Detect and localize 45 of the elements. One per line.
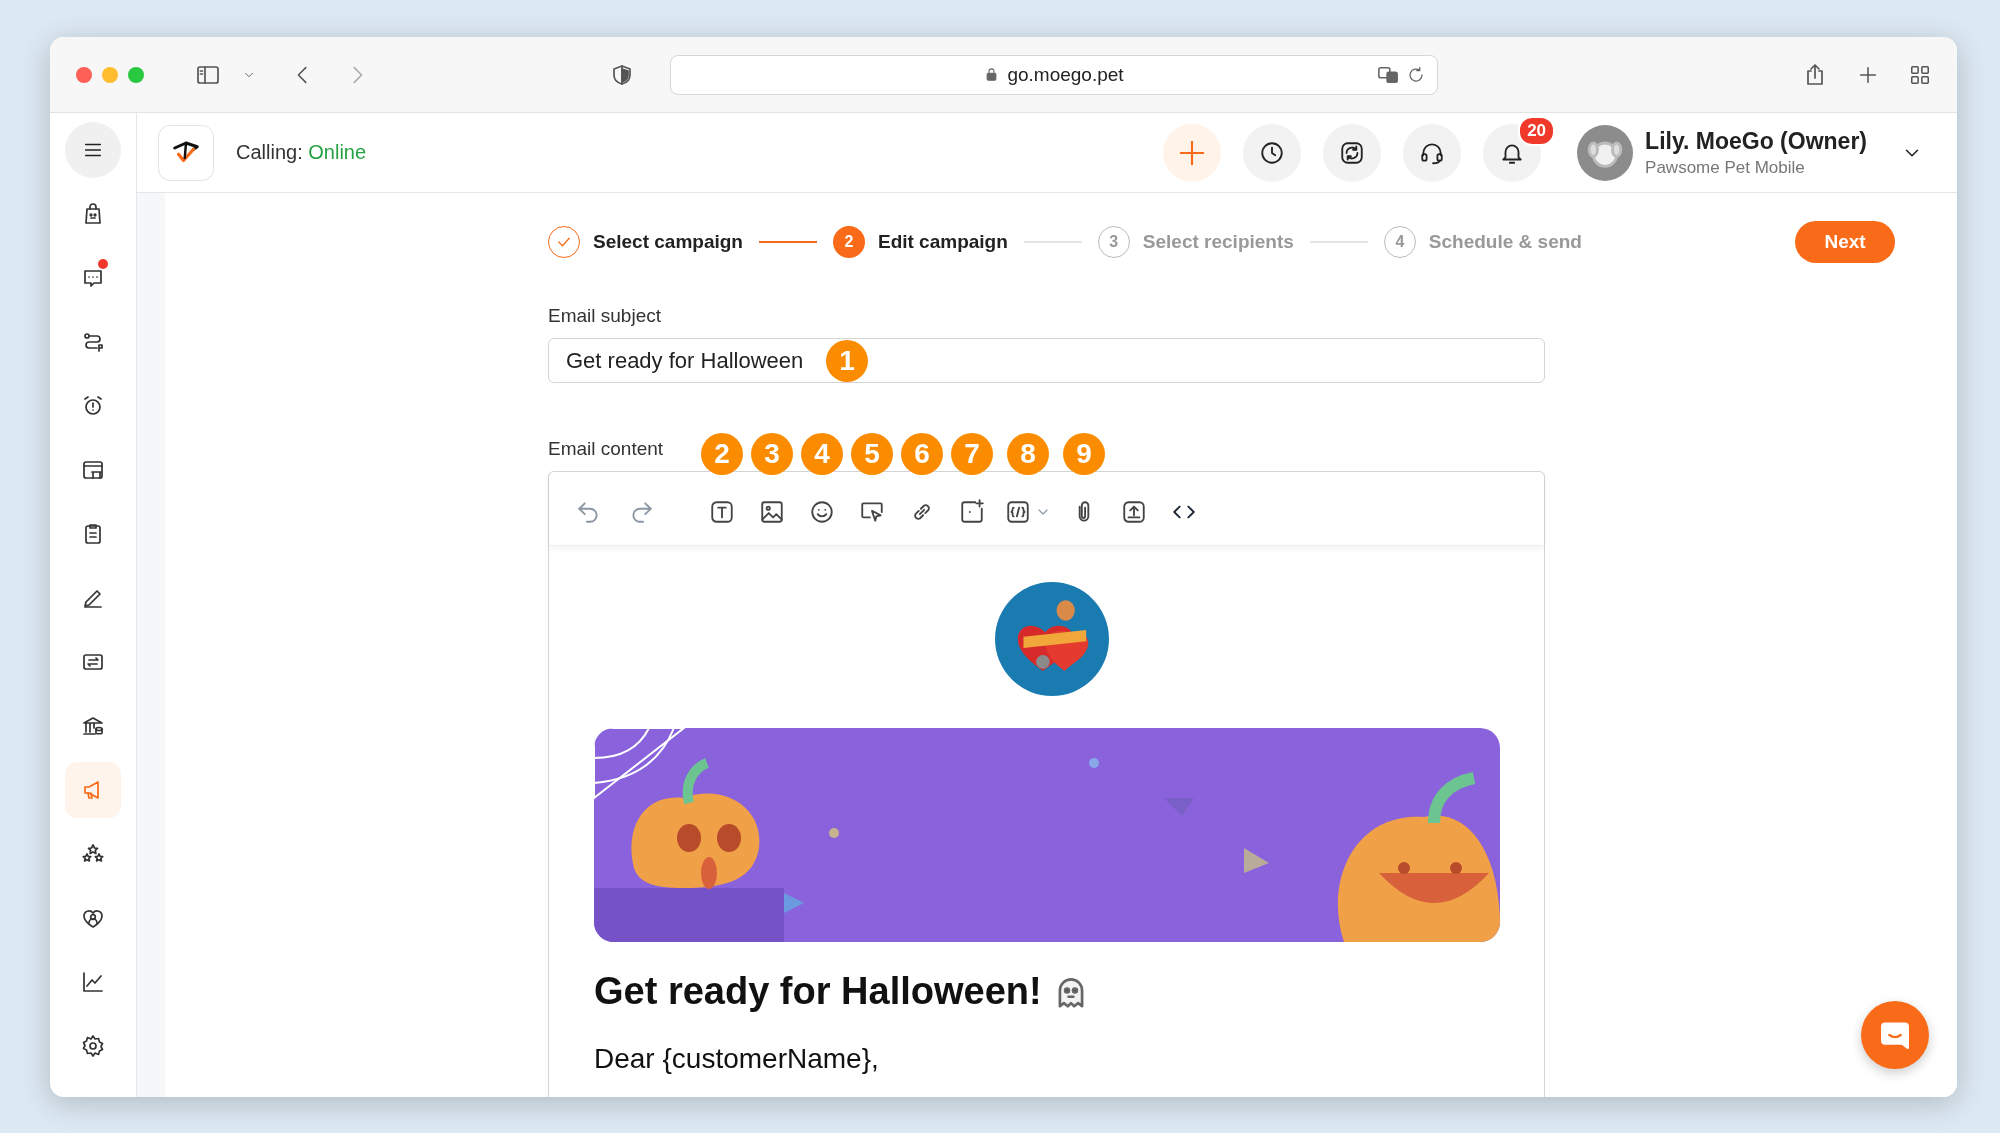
notification-count: 20 bbox=[1518, 115, 1556, 146]
route-icon bbox=[81, 330, 105, 354]
address-bar[interactable]: go.moego.pet bbox=[670, 54, 1438, 95]
sync-icon bbox=[1339, 139, 1366, 166]
step-item[interactable]: 3 Select recipients bbox=[1097, 225, 1294, 258]
bank-icon bbox=[81, 714, 105, 738]
text-icon bbox=[709, 498, 735, 525]
settings-icon bbox=[81, 1034, 105, 1058]
email-greeting: Dear {customerName}, bbox=[594, 1043, 880, 1075]
callout-number: 8 bbox=[1007, 432, 1049, 475]
step-item[interactable]: 2 Edit campaign bbox=[832, 225, 1008, 258]
field-label: Email content bbox=[548, 438, 664, 460]
business-name: Pawsome Pet Mobile bbox=[1645, 157, 1806, 178]
callout-number: 4 bbox=[801, 432, 843, 475]
lock-icon bbox=[984, 67, 1000, 82]
tabs-grid-icon[interactable] bbox=[1909, 63, 1931, 86]
chart-icon bbox=[81, 970, 105, 994]
callout-number: 9 bbox=[1063, 432, 1105, 475]
reload-icon[interactable] bbox=[1407, 65, 1425, 84]
step-item[interactable]: Select campaign bbox=[548, 225, 743, 258]
url-text: go.moego.pet bbox=[1007, 63, 1124, 86]
shield-icon bbox=[610, 62, 634, 87]
smiley-icon bbox=[809, 498, 835, 525]
app-logo[interactable] bbox=[158, 124, 214, 181]
callout-number: 3 bbox=[751, 432, 793, 475]
clock-icon bbox=[1259, 139, 1286, 166]
window-control-icon[interactable] bbox=[76, 66, 92, 83]
variable-icon bbox=[1005, 498, 1031, 525]
sparkle-icon bbox=[959, 498, 985, 525]
next-button[interactable]: Next bbox=[1795, 220, 1895, 263]
step-item[interactable]: 4 Schedule & send bbox=[1383, 225, 1582, 258]
field-label: Email subject bbox=[548, 305, 661, 327]
user-name: Lily. MoeGo (Owner) bbox=[1645, 127, 1867, 155]
calling-status: Calling: Online bbox=[236, 141, 367, 164]
callout-number: 5 bbox=[851, 432, 893, 475]
callout-number: 6 bbox=[901, 432, 943, 475]
image-icon bbox=[759, 498, 785, 525]
callout-number: 2 bbox=[701, 432, 743, 475]
alarm-clock-icon bbox=[81, 394, 105, 418]
callout-number: 1 bbox=[826, 340, 868, 382]
callout-number: 7 bbox=[951, 432, 993, 475]
menu-button[interactable] bbox=[65, 122, 121, 178]
email-heading: Get ready for Halloween! bbox=[594, 970, 1042, 1013]
upload-icon bbox=[1121, 498, 1147, 525]
storefront-icon bbox=[81, 458, 105, 482]
